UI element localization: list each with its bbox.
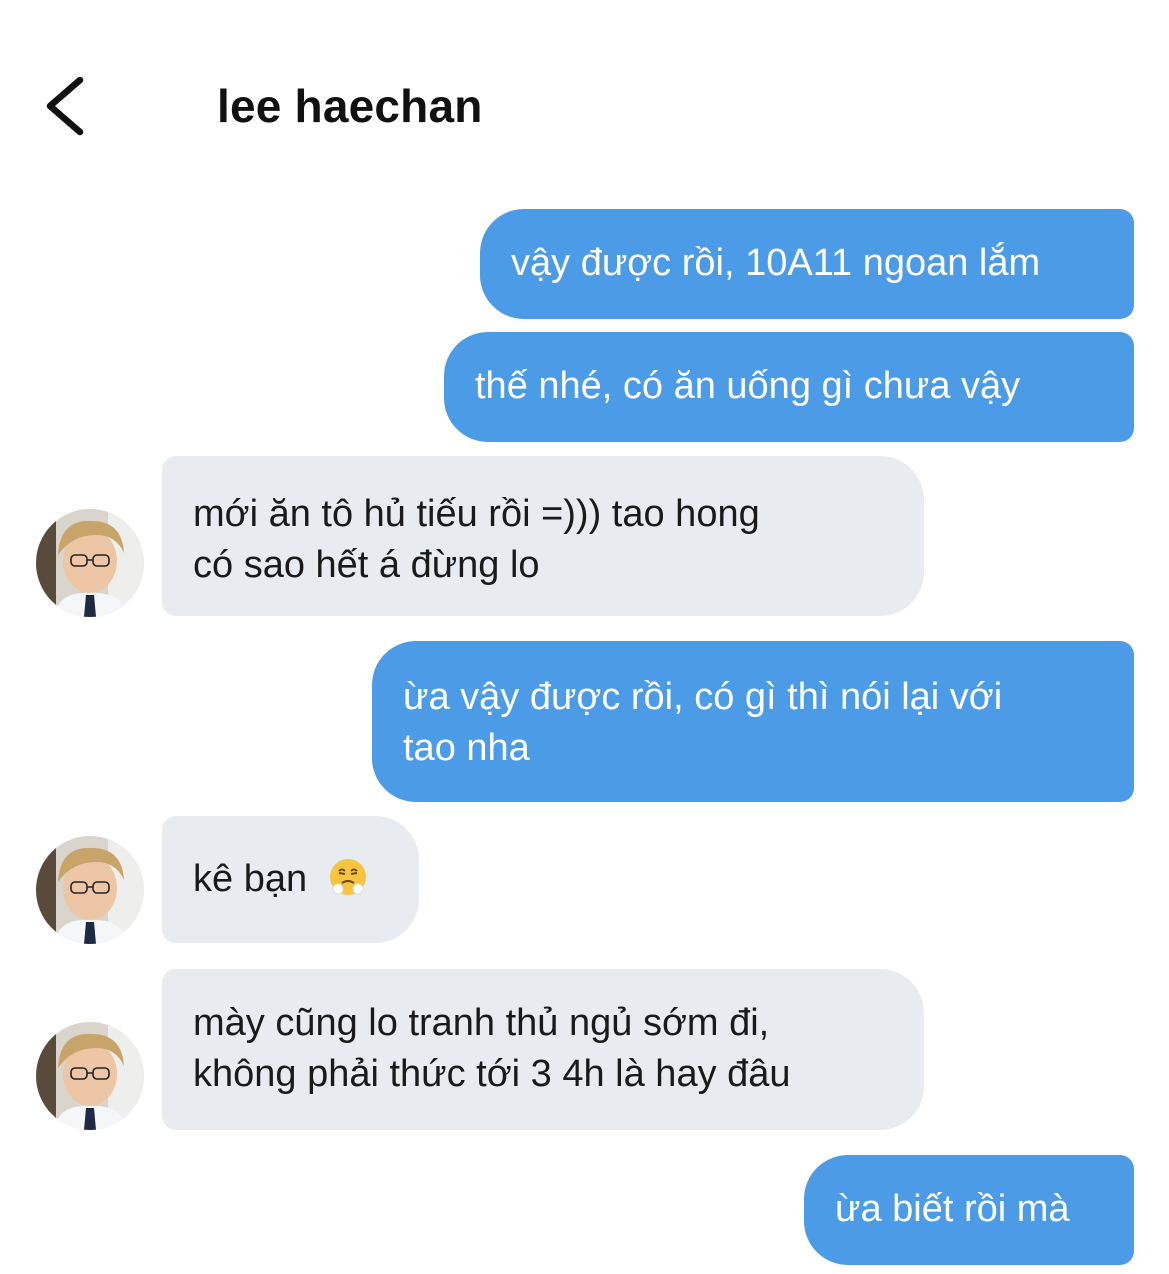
message-text: ừa vậy được rồi, có gì thì nói lại với	[403, 676, 1003, 718]
message-text: ừa biết rồi mà	[835, 1188, 1070, 1230]
avatar[interactable]	[36, 836, 144, 944]
message-text: thế nhé, có ăn uống gì chưa vậy	[475, 365, 1021, 407]
message-bubble-sent[interactable]: ừa vậy được rồi, có gì thì nói lại với t…	[372, 641, 1134, 802]
message-bubble-sent[interactable]: vậy được rồi, 10A11 ngoan lắm	[480, 209, 1134, 319]
contact-name[interactable]: lee haechan	[217, 78, 483, 134]
message-text: mới ăn tô hủ tiếu rồi =))) tao hong	[193, 493, 760, 535]
avatar[interactable]	[36, 509, 144, 617]
face-with-steam-from-nose-emoji	[328, 857, 368, 897]
message-text: có sao hết á đừng lo	[193, 544, 540, 586]
message-bubble-received[interactable]: mới ăn tô hủ tiếu rồi =))) tao hong có s…	[162, 456, 924, 616]
message-text: không phải thức tới 3 4h là hay đâu	[193, 1053, 791, 1095]
back-button[interactable]	[36, 68, 106, 148]
message-bubble-received[interactable]: mày cũng lo tranh thủ ngủ sớm đi, không …	[162, 969, 924, 1130]
chevron-left-icon	[46, 76, 84, 136]
message-bubble-received[interactable]: kê bạn	[162, 816, 419, 943]
message-bubble-sent[interactable]: thế nhé, có ăn uống gì chưa vậy	[444, 332, 1134, 442]
chat-header: lee haechan	[0, 0, 1169, 170]
message-text: mày cũng lo tranh thủ ngủ sớm đi,	[193, 1002, 770, 1044]
avatar[interactable]	[36, 1022, 144, 1130]
message-text: vậy được rồi, 10A11 ngoan lắm	[511, 242, 1041, 284]
message-text: tao nha	[403, 727, 530, 769]
message-bubble-sent[interactable]: ừa biết rồi mà	[804, 1155, 1134, 1265]
message-text: kê bạn	[193, 858, 308, 900]
